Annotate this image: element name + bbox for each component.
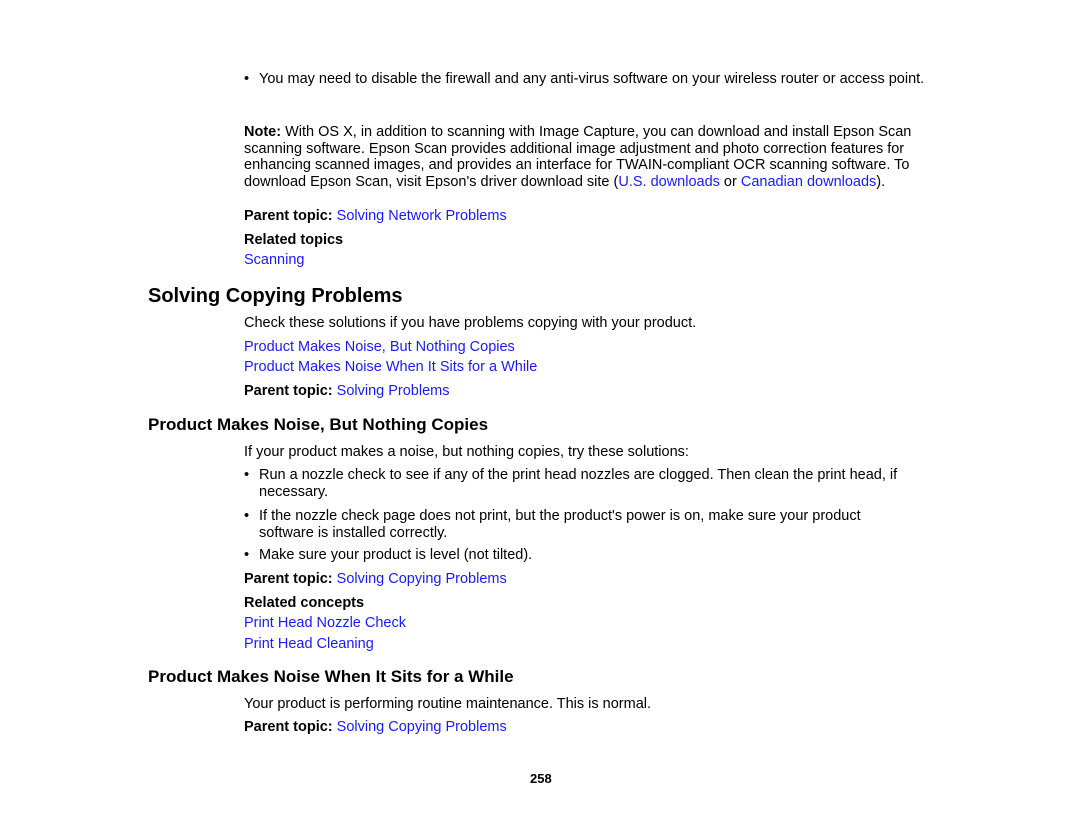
note-label: Note: bbox=[244, 124, 282, 140]
page-number: 258 bbox=[530, 771, 552, 786]
related-concept-link[interactable]: Print Head Nozzle Check bbox=[244, 615, 406, 632]
topic-link[interactable]: Product Makes Noise When It Sits for a W… bbox=[244, 359, 537, 376]
related-concept-link[interactable]: Print Head Cleaning bbox=[244, 636, 374, 653]
bullet-icon: • bbox=[244, 71, 250, 87]
note-text-mid: or bbox=[719, 173, 741, 190]
parent-topic-label: Parent topic: bbox=[244, 383, 333, 399]
parent-topic: Parent topic: Solving Copying Problems bbox=[244, 719, 507, 736]
subsection-title: Product Makes Noise, But Nothing Copies bbox=[148, 415, 489, 434]
topic-link[interactable]: Product Makes Noise, But Nothing Copies bbox=[244, 339, 515, 356]
bullet-icon: • bbox=[244, 467, 250, 483]
bullet-text: Make sure your product is level (not til… bbox=[259, 547, 533, 563]
note-paragraph: Note: With OS X, in addition to scanning… bbox=[244, 124, 934, 190]
canadian-downloads-link[interactable]: Canadian downloads bbox=[741, 174, 876, 190]
parent-topic: Parent topic: Solving Network Problems bbox=[244, 208, 507, 225]
us-downloads-link[interactable]: U.S. downloads bbox=[618, 174, 720, 190]
subsection-intro: If your product makes a noise, but nothi… bbox=[244, 444, 689, 460]
related-topics-label: Related topics bbox=[244, 232, 344, 248]
subsection-title: Product Makes Noise When It Sits for a W… bbox=[148, 667, 514, 686]
parent-topic: Parent topic: Solving Copying Problems bbox=[244, 571, 507, 588]
subsection-text: Your product is performing routine maint… bbox=[244, 696, 652, 712]
section-title: Solving Copying Problems bbox=[148, 285, 403, 307]
parent-topic-link[interactable]: Solving Copying Problems bbox=[337, 571, 507, 587]
parent-topic-link[interactable]: Solving Network Problems bbox=[337, 208, 507, 224]
bullet-icon: • bbox=[244, 508, 250, 524]
parent-topic-label: Parent topic: bbox=[244, 719, 333, 735]
parent-topic: Parent topic: Solving Problems bbox=[244, 383, 449, 400]
section-intro: Check these solutions if you have proble… bbox=[244, 315, 697, 331]
parent-topic-link[interactable]: Solving Problems bbox=[337, 383, 450, 399]
bullet-icon: • bbox=[244, 547, 250, 563]
related-topic-link[interactable]: Scanning bbox=[244, 252, 304, 269]
parent-topic-label: Parent topic: bbox=[244, 208, 333, 224]
related-concepts-label: Related concepts bbox=[244, 595, 365, 611]
bullet-text: Run a nozzle check to see if any of the … bbox=[259, 467, 898, 500]
bullet-text: If the nozzle check page does not print,… bbox=[259, 508, 861, 541]
parent-topic-label: Parent topic: bbox=[244, 571, 333, 587]
bullet-text: You may need to disable the firewall and… bbox=[259, 71, 925, 87]
parent-topic-link[interactable]: Solving Copying Problems bbox=[337, 719, 507, 735]
note-text-end: ). bbox=[876, 173, 886, 190]
